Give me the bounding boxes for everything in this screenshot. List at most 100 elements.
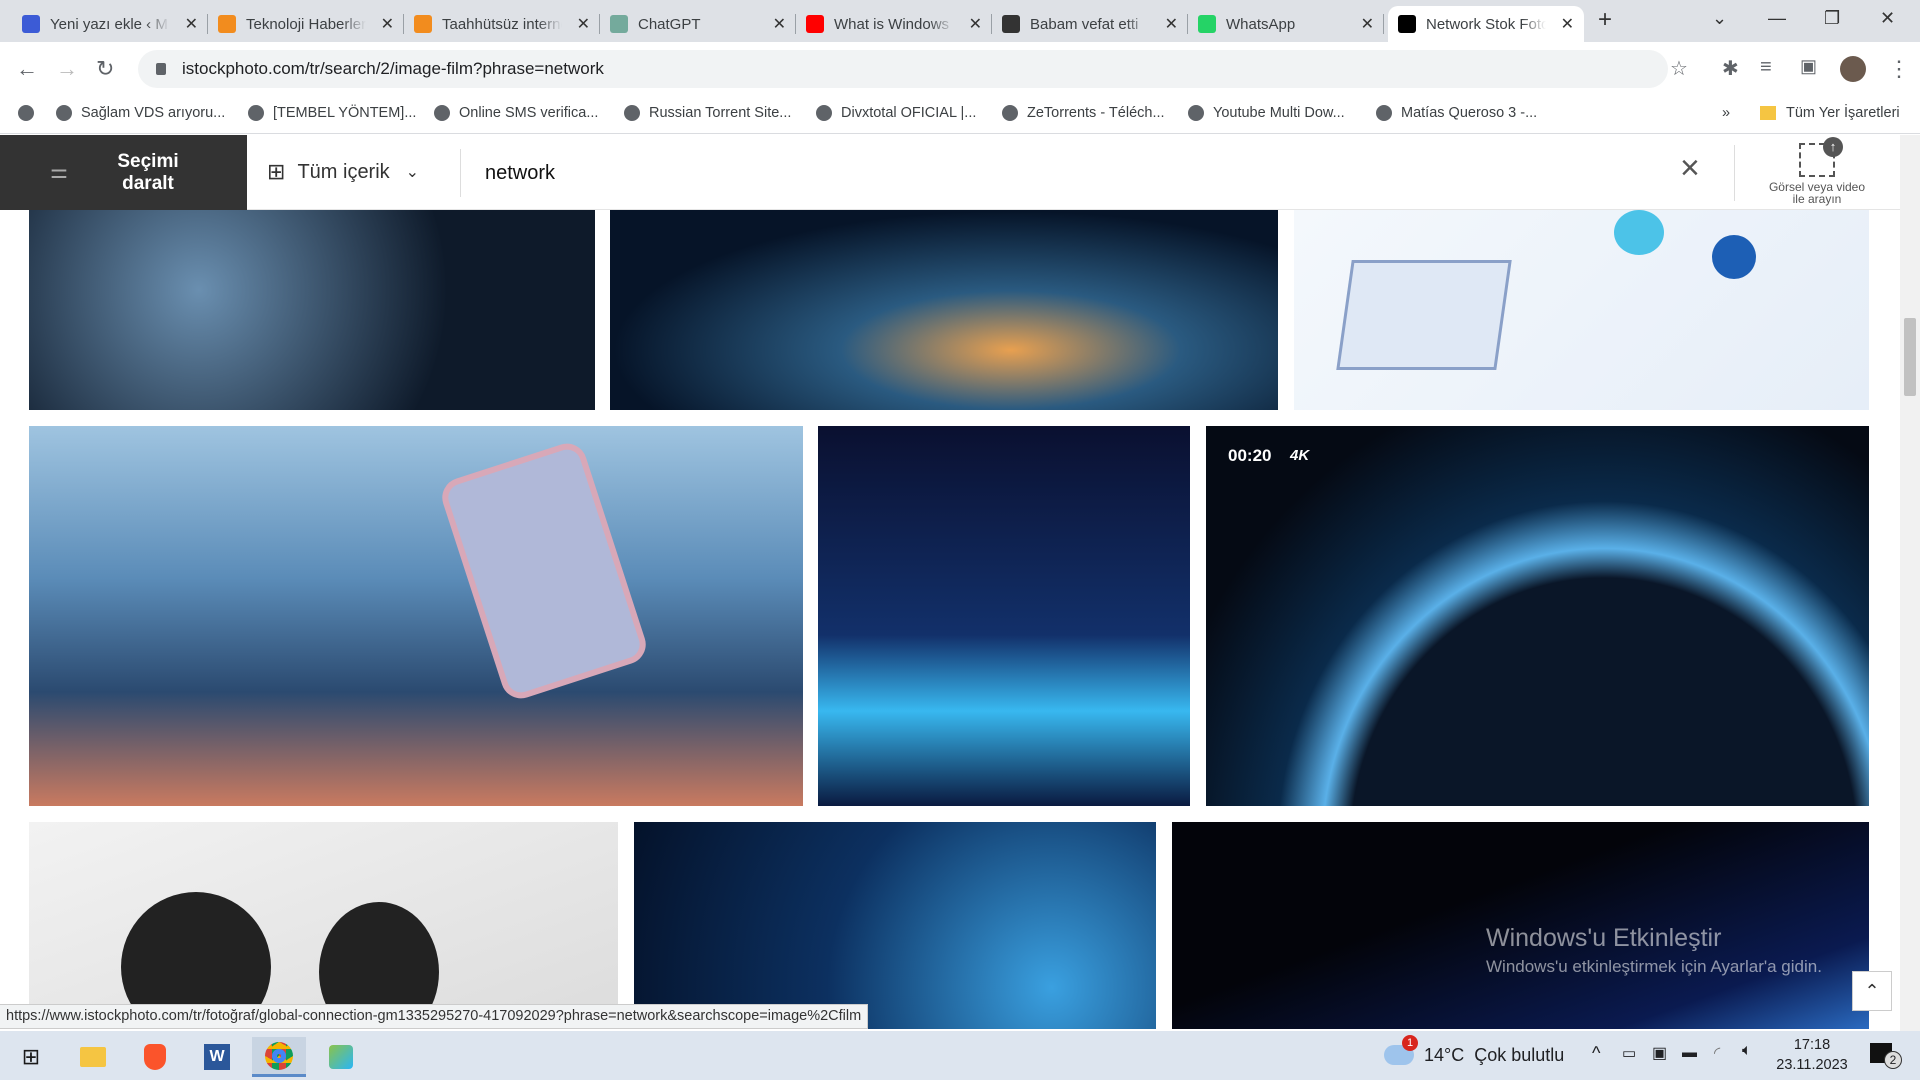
- watermark-title: Windows'u Etkinleştir: [1486, 924, 1722, 952]
- close-tab-icon[interactable]: ✕: [1361, 14, 1374, 34]
- all-bookmarks-button[interactable]: Tüm Yer İşaretleri: [1760, 105, 1900, 121]
- video-quality-badge: 4K: [1290, 447, 1310, 464]
- clock-time: 17:18: [1793, 1037, 1831, 1053]
- link-status-bar: https://www.istockphoto.com/tr/fotoğraf/…: [0, 1004, 869, 1029]
- reload-icon[interactable]: ↻: [96, 56, 114, 82]
- reading-list-icon[interactable]: ≡: [1760, 56, 1772, 79]
- close-tab-icon[interactable]: ✕: [381, 14, 394, 34]
- tab-7[interactable]: Network Stok Fotoğraf ✕: [1388, 6, 1584, 42]
- weather-text[interactable]: 14°C Çok bulutlu: [1424, 1045, 1564, 1066]
- scrollbar-thumb[interactable]: [1904, 318, 1916, 396]
- start-windows-icon[interactable]: ⊞: [4, 1037, 58, 1077]
- windows-taskbar: ⊞ W 1 14°C Çok bulutlu ^ ▭ ▣ ▬ ◜ 🔈︎ 17:1…: [0, 1031, 1920, 1080]
- profile-avatar[interactable]: [1840, 56, 1866, 82]
- result-image-world-network-hand[interactable]: [29, 210, 595, 410]
- bookmark-apps[interactable]: [18, 105, 43, 121]
- result-image-tablet-illustration[interactable]: [1294, 210, 1869, 410]
- close-window-icon[interactable]: ✕: [1880, 8, 1895, 29]
- bookmark-label: Matías Queroso 3 -...: [1401, 105, 1538, 121]
- word-icon[interactable]: W: [190, 1037, 244, 1077]
- whatsapp-icon: [1198, 15, 1216, 33]
- side-panel-icon[interactable]: ▣: [1800, 56, 1817, 77]
- back-icon[interactable]: ←: [16, 56, 38, 82]
- globe-icon: [18, 105, 34, 121]
- result-image-business-meeting[interactable]: [29, 822, 618, 1029]
- bookmark-item[interactable]: Divxtotal OFICIAL |...: [816, 105, 976, 121]
- close-tab-icon[interactable]: ✕: [773, 14, 786, 34]
- bookmark-item[interactable]: Sağlam VDS arıyoru...: [56, 105, 225, 121]
- tab-title: Teknoloji Haberleri: [246, 15, 366, 33]
- result-image-fiber-earth[interactable]: [818, 426, 1190, 806]
- tab-3[interactable]: ChatGPT ✕: [600, 6, 796, 42]
- weather-cloud-icon[interactable]: 1: [1384, 1035, 1418, 1065]
- bookmark-item[interactable]: Russian Torrent Site...: [624, 105, 791, 121]
- refine-button[interactable]: ⚌ Seçimi daralt: [0, 135, 247, 210]
- folder-icon: [1760, 106, 1776, 120]
- display-sync-icon[interactable]: ▣: [1652, 1043, 1667, 1063]
- bookmark-label: Online SMS verifica...: [459, 105, 599, 121]
- close-tab-icon[interactable]: ✕: [969, 14, 982, 34]
- close-tab-icon[interactable]: ✕: [577, 14, 590, 34]
- visual-search-button[interactable]: ↑ Görsel veya video ile arayın: [1762, 137, 1872, 205]
- result-image-smartphone-city[interactable]: [29, 426, 803, 806]
- clock[interactable]: 17:18 23.11.2023: [1772, 1035, 1852, 1075]
- bookmark-item[interactable]: [TEMBEL YÖNTEM]...: [248, 105, 416, 121]
- show-hidden-icons-chevron-icon[interactable]: ^: [1592, 1043, 1600, 1064]
- clear-search-icon[interactable]: ×: [1680, 149, 1700, 188]
- bookmark-favicon-icon: [1376, 105, 1392, 121]
- bookmarks-overflow-button[interactable]: »: [1722, 105, 1730, 121]
- tab-title: ChatGPT: [638, 15, 701, 33]
- tab-bar: Yeni yazı ekle ‹ M ✕ Teknoloji Haberleri ✕ T…: [0, 0, 1920, 42]
- new-tab-icon[interactable]: +: [1598, 6, 1612, 34]
- bookmark-star-icon[interactable]: ☆: [1670, 56, 1688, 81]
- tab-2[interactable]: Taahhütsüz internet ✕: [404, 6, 600, 42]
- tab-search-icon[interactable]: ⌄: [1712, 8, 1727, 29]
- scrollbar[interactable]: [1900, 135, 1920, 1031]
- result-video-earth-network[interactable]: 00:20 4K: [1206, 426, 1869, 806]
- brave-browser-icon[interactable]: [128, 1037, 182, 1077]
- bookmark-favicon-icon: [56, 105, 72, 121]
- file-explorer-icon[interactable]: [66, 1037, 120, 1077]
- chrome-icon[interactable]: [252, 1037, 306, 1077]
- tab-6[interactable]: WhatsApp ✕: [1188, 6, 1384, 42]
- bookmark-item[interactable]: Youtube Multi Dow...: [1188, 105, 1345, 121]
- meet-camera-icon[interactable]: ▭: [1622, 1044, 1636, 1062]
- bookmark-label: [TEMBEL YÖNTEM]...: [273, 105, 417, 121]
- extensions-icon[interactable]: ✱: [1722, 56, 1739, 81]
- url-bar[interactable]: istockphoto.com/tr/search/2/image-film?p…: [138, 50, 1668, 88]
- scroll-to-top-button[interactable]: ⌃: [1852, 971, 1892, 1011]
- all-bookmarks-label: Tüm Yer İşaretleri: [1786, 105, 1900, 121]
- result-image-data-globe[interactable]: [634, 822, 1156, 1029]
- menu-icon[interactable]: ⋮: [1888, 56, 1910, 82]
- wifi-icon[interactable]: ◜: [1714, 1043, 1720, 1063]
- paint-icon[interactable]: [314, 1037, 368, 1077]
- battery-icon[interactable]: ▬: [1682, 1044, 1697, 1061]
- bookmark-item[interactable]: Matías Queroso 3 -...: [1376, 105, 1537, 121]
- tab-5[interactable]: Babam vefat etti ✕: [992, 6, 1188, 42]
- forward-icon[interactable]: →: [56, 56, 78, 82]
- tab-4[interactable]: What is Windows ✕: [796, 6, 992, 42]
- restore-icon[interactable]: ❐: [1824, 8, 1840, 29]
- windows-activation-watermark: Windows'u Etkinleştir Windows'u etkinleş…: [1486, 924, 1822, 977]
- close-tab-icon[interactable]: ✕: [1561, 14, 1574, 34]
- bookmark-item[interactable]: Online SMS verifica...: [434, 105, 598, 121]
- bookmark-item[interactable]: ZeTorrents - Téléch...: [1002, 105, 1165, 121]
- close-tab-icon[interactable]: ✕: [185, 14, 198, 34]
- content-type-dropdown[interactable]: ⊞ Tüm içerik ⌄: [267, 159, 419, 185]
- search-input[interactable]: [485, 155, 1635, 191]
- notification-center-icon[interactable]: 2: [1870, 1043, 1902, 1069]
- bookmark-label: Youtube Multi Dow...: [1213, 105, 1345, 121]
- bookmark-favicon-icon: [434, 105, 450, 121]
- grid-icon: ⊞: [267, 159, 286, 184]
- tab-0[interactable]: Yeni yazı ekle ‹ M ✕: [12, 6, 208, 42]
- volume-icon[interactable]: 🔈︎: [1742, 1042, 1752, 1060]
- result-image-binary-globe[interactable]: [610, 210, 1278, 410]
- tab-title: WhatsApp: [1226, 15, 1296, 33]
- close-tab-icon[interactable]: ✕: [1165, 14, 1178, 34]
- minimize-icon[interactable]: —: [1768, 8, 1786, 29]
- bookmarks-bar: Sağlam VDS arıyoru... [TEMBEL YÖNTEM]... O…: [0, 96, 1920, 134]
- divider: [1734, 145, 1735, 201]
- dh-logo-icon: [218, 15, 236, 33]
- chatgpt-icon: [610, 15, 628, 33]
- tab-1[interactable]: Teknoloji Haberleri ✕: [208, 6, 404, 42]
